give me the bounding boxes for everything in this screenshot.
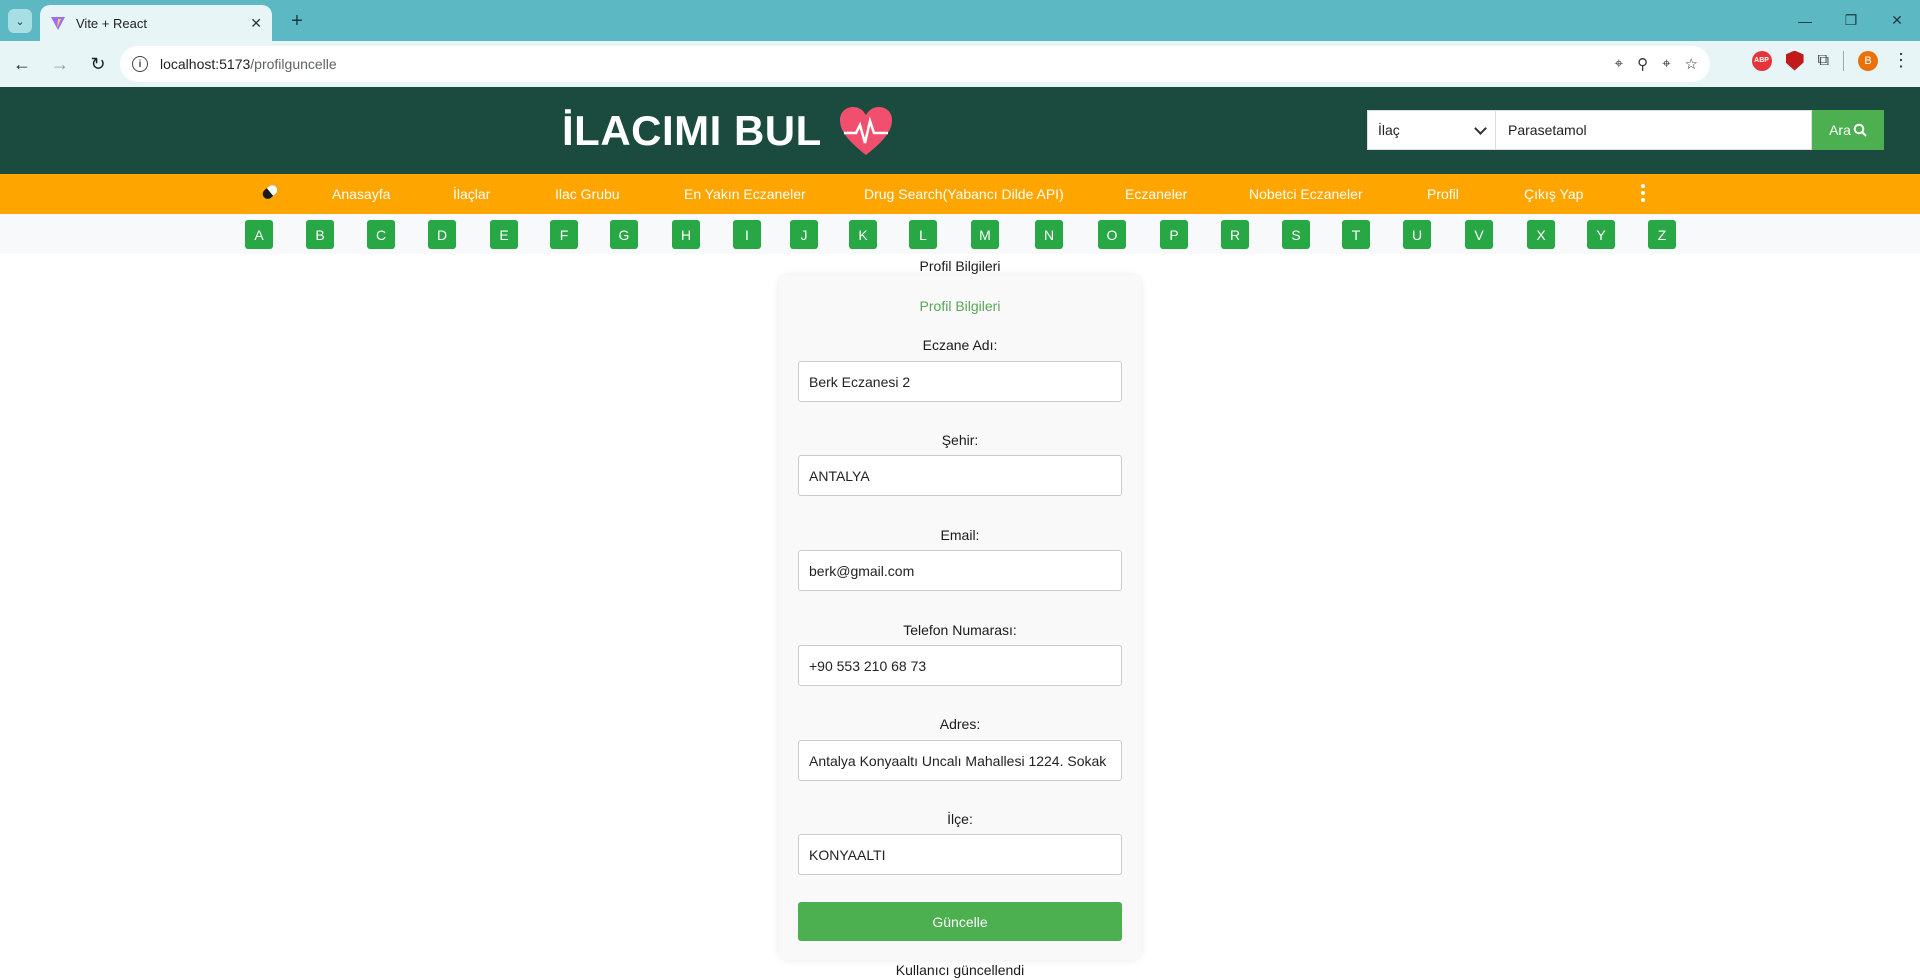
letter-button-z[interactable]: Z <box>1648 220 1676 249</box>
tab-search-chevron-icon[interactable]: ⌄ <box>8 9 32 33</box>
search-type-value: İlaç <box>1378 122 1400 138</box>
site-logo[interactable]: İLACIMI BUL <box>562 105 894 157</box>
heart-pulse-icon <box>839 107 892 155</box>
search-icon <box>1853 123 1867 137</box>
phone-field[interactable] <box>798 645 1122 686</box>
update-button[interactable]: Güncelle <box>798 902 1122 941</box>
nav-item-drug-search[interactable]: Drug Search(Yabancı Dilde API) <box>864 174 1064 214</box>
phone-label: Telefon Numarası: <box>903 622 1017 638</box>
site-header: İLACIMI BUL İlaç Ara <box>0 87 1920 174</box>
address-label: Adres: <box>939 716 981 732</box>
main-nav: Anasayfa İlaçlar Ilac Grubu En Yakın Ecz… <box>0 174 1920 214</box>
email-field[interactable] <box>798 550 1122 591</box>
search-type-select[interactable]: İlaç <box>1367 110 1496 150</box>
letter-button-i[interactable]: I <box>733 220 761 249</box>
nav-item-nobetci-eczaneler[interactable]: Nobetci Eczaneler <box>1249 174 1363 214</box>
url-text[interactable]: localhost:5173/profilguncelle <box>160 56 1615 72</box>
browser-toolbar: ← → ↻ i localhost:5173/profilguncelle ⌖ … <box>0 41 1920 87</box>
bookmark-star-icon[interactable]: ☆ <box>1685 55 1698 73</box>
profile-avatar[interactable]: B <box>1858 50 1878 71</box>
letter-button-j[interactable]: J <box>790 220 818 249</box>
nav-item-cikis-yap[interactable]: Çıkış Yap <box>1524 174 1583 214</box>
letter-button-l[interactable]: L <box>909 220 937 249</box>
browser-menu-icon[interactable]: ⋮ <box>1892 50 1910 71</box>
alphabet-filter: A B C D E F G H I J K L M N O P R S T U … <box>0 214 1920 254</box>
zoom-icon[interactable]: ⚲ <box>1637 55 1648 73</box>
vite-favicon-icon <box>51 17 65 30</box>
ublock-icon[interactable] <box>1785 50 1804 71</box>
letter-button-o[interactable]: O <box>1098 220 1126 249</box>
extensions-puzzle-icon[interactable]: ⧉ <box>1818 52 1829 70</box>
toolbar-divider <box>1843 50 1844 71</box>
nav-item-profil[interactable]: Profil <box>1427 174 1459 214</box>
browser-tab-bar: ⌄ Vite + React ✕ + — ❐ ✕ <box>0 0 1920 41</box>
pharmacy-name-label: Eczane Adı: <box>922 337 998 353</box>
letter-button-y[interactable]: Y <box>1587 220 1615 249</box>
district-field[interactable] <box>798 834 1122 875</box>
letter-button-c[interactable]: C <box>367 220 395 249</box>
url-host: localhost:5173 <box>160 56 251 72</box>
close-window-icon[interactable]: ✕ <box>1874 0 1920 41</box>
more-options-icon[interactable] <box>1641 184 1645 202</box>
search-button[interactable]: Ara <box>1812 110 1884 150</box>
reload-icon[interactable]: ↻ <box>82 48 114 80</box>
location-icon[interactable]: ⌖ <box>1662 55 1670 73</box>
district-label: İlçe: <box>947 811 973 827</box>
letter-button-h[interactable]: H <box>672 220 700 249</box>
letter-button-s[interactable]: S <box>1282 220 1310 249</box>
chevron-down-icon <box>1474 121 1487 135</box>
nav-item-ilaclar[interactable]: İlaçlar <box>453 174 490 214</box>
nav-item-en-yakin-eczaneler[interactable]: En Yakın Eczaneler <box>684 174 806 214</box>
status-message: Kullanıcı güncellendi <box>895 962 1025 978</box>
window-controls: — ❐ ✕ <box>1782 0 1920 41</box>
city-label: Şehir: <box>941 432 979 448</box>
tab-close-icon[interactable]: ✕ <box>250 15 262 32</box>
search-bar: İlaç Ara <box>1367 110 1884 150</box>
tab-title: Vite + React <box>76 15 147 31</box>
letter-button-v[interactable]: V <box>1465 220 1493 249</box>
search-input[interactable] <box>1496 110 1812 150</box>
pharmacy-name-field[interactable] <box>798 361 1122 402</box>
email-label: Email: <box>940 527 980 543</box>
letter-button-r[interactable]: R <box>1221 220 1249 249</box>
location-pin-icon[interactable]: ⌖ <box>1615 55 1623 73</box>
logo-text: İLACIMI BUL <box>562 107 822 154</box>
adblock-plus-icon[interactable]: ABP <box>1751 50 1772 71</box>
letter-button-e[interactable]: E <box>490 220 518 249</box>
nav-item-ilac-grubu[interactable]: Ilac Grubu <box>555 174 620 214</box>
search-button-label: Ara <box>1829 122 1851 138</box>
letter-button-a[interactable]: A <box>245 220 273 249</box>
letter-button-p[interactable]: P <box>1160 220 1188 249</box>
letter-button-n[interactable]: N <box>1035 220 1063 249</box>
minimize-icon[interactable]: — <box>1782 0 1828 41</box>
card-title: Profil Bilgileri <box>919 298 1001 314</box>
back-arrow-icon[interactable]: ← <box>6 48 38 80</box>
letter-button-b[interactable]: B <box>306 220 334 249</box>
browser-tab[interactable]: Vite + React ✕ <box>40 5 272 41</box>
new-tab-icon[interactable]: + <box>284 8 310 34</box>
letter-button-u[interactable]: U <box>1403 220 1431 249</box>
letter-button-t[interactable]: T <box>1342 220 1370 249</box>
address-field[interactable] <box>798 740 1122 781</box>
site-info-icon[interactable]: i <box>132 56 148 72</box>
forward-arrow-icon[interactable]: → <box>44 48 76 80</box>
pill-icon[interactable] <box>260 183 280 201</box>
letter-button-m[interactable]: M <box>971 220 999 249</box>
letter-button-f[interactable]: F <box>550 220 578 249</box>
letter-button-x[interactable]: X <box>1527 220 1555 249</box>
letter-button-d[interactable]: D <box>428 220 456 249</box>
url-path: /profilguncelle <box>250 56 337 72</box>
page-heading: Profil Bilgileri <box>919 258 1001 274</box>
nav-item-eczaneler[interactable]: Eczaneler <box>1125 174 1187 214</box>
profile-card: Profil Bilgileri Eczane Adı: Şehir: Emai… <box>779 275 1141 960</box>
letter-button-k[interactable]: K <box>849 220 877 249</box>
city-field[interactable] <box>798 455 1122 496</box>
nav-item-anasayfa[interactable]: Anasayfa <box>332 174 390 214</box>
restore-icon[interactable]: ❐ <box>1828 0 1874 41</box>
letter-button-g[interactable]: G <box>610 220 638 249</box>
address-bar[interactable]: i localhost:5173/profilguncelle ⌖ ⚲ ⌖ ☆ <box>120 46 1710 82</box>
